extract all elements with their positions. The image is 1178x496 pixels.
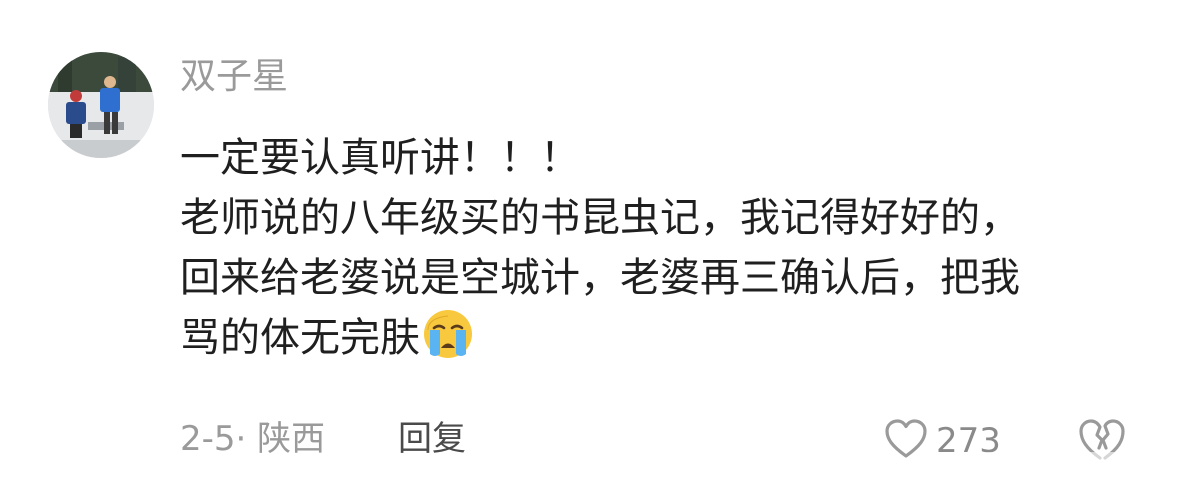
avatar[interactable] <box>48 52 154 158</box>
reply-button[interactable]: 回复 <box>398 414 466 464</box>
crying-face-icon <box>422 308 474 360</box>
comment-line-text: 骂的体无完肤 <box>180 315 420 361</box>
comment-meta: 2-5· 陕西 <box>180 419 326 459</box>
comment-text: 一定要认真听讲！！！ 老师说的八年级买的书昆虫记，我记得好好的， 回来给老婆说是… <box>180 128 1140 368</box>
username[interactable]: 双子星 <box>180 52 288 102</box>
heart-icon <box>884 418 928 464</box>
watermark-overlay <box>924 452 1174 486</box>
comment-line: 老师说的八年级买的书昆虫记，我记得好好的， <box>180 195 1020 241</box>
avatar-image <box>48 52 154 158</box>
comment-line: 回来给老婆说是空城计，老婆再三确认后，把我 <box>180 255 1020 301</box>
comment-line: 一定要认真听讲！！！ <box>180 135 580 181</box>
comment-line-last: 骂的体无完肤 <box>180 308 1140 368</box>
